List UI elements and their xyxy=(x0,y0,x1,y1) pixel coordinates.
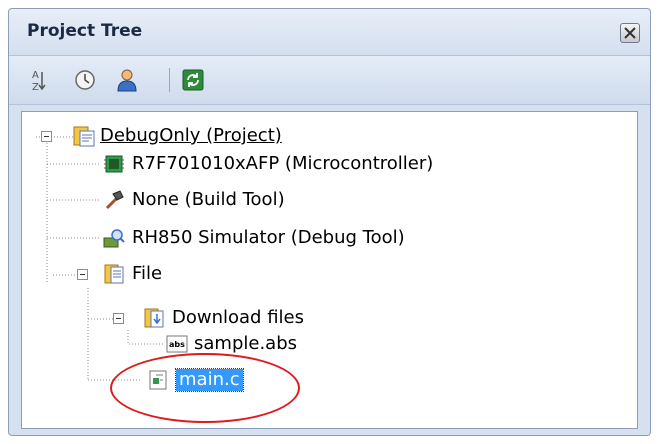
close-icon xyxy=(624,27,636,39)
panel-title: Project Tree xyxy=(27,21,143,41)
tree-node-download-files[interactable]: Download files xyxy=(172,307,304,329)
refresh-icon xyxy=(182,69,204,91)
svg-text:A: A xyxy=(32,70,39,81)
toolbar-separator xyxy=(169,68,170,92)
user-button[interactable] xyxy=(113,66,141,94)
project-icon xyxy=(72,124,96,148)
history-button[interactable] xyxy=(71,66,99,94)
abs-file-icon: abs xyxy=(165,332,189,356)
panel-titlebar: Project Tree xyxy=(9,9,650,56)
project-tree-panel: Project Tree A Z DebugOnly (Project) R7F… xyxy=(8,8,651,436)
sort-icon: A Z xyxy=(32,70,46,93)
clock-icon xyxy=(75,70,95,90)
abs-icon-label: abs xyxy=(169,340,185,349)
hammer-icon xyxy=(102,188,126,212)
close-button[interactable] xyxy=(620,23,640,43)
debug-tool-icon xyxy=(102,226,126,250)
tree-node-sample-abs[interactable]: sample.abs xyxy=(194,333,297,355)
tree-node-file[interactable]: File xyxy=(132,263,162,285)
tree-node-build-tool[interactable]: None (Build Tool) xyxy=(132,189,285,211)
toolbar: A Z xyxy=(9,56,650,105)
sort-button[interactable]: A Z xyxy=(25,66,53,94)
refresh-button[interactable] xyxy=(179,66,207,94)
microcontroller-icon xyxy=(102,152,126,176)
user-icon xyxy=(117,69,137,92)
download-files-expander[interactable] xyxy=(113,313,124,324)
download-folder-icon xyxy=(142,306,166,330)
annotation-highlight-circle xyxy=(110,353,300,423)
file-folder-icon xyxy=(102,262,126,286)
project-expander[interactable] xyxy=(41,131,52,142)
tree-node-project[interactable]: DebugOnly (Project) xyxy=(100,125,282,147)
tree-node-microcontroller[interactable]: R7F701010xAFP (Microcontroller) xyxy=(132,153,433,175)
tree-node-debug-tool[interactable]: RH850 Simulator (Debug Tool) xyxy=(132,227,405,249)
file-expander[interactable] xyxy=(77,269,88,280)
svg-text:Z: Z xyxy=(32,82,39,93)
